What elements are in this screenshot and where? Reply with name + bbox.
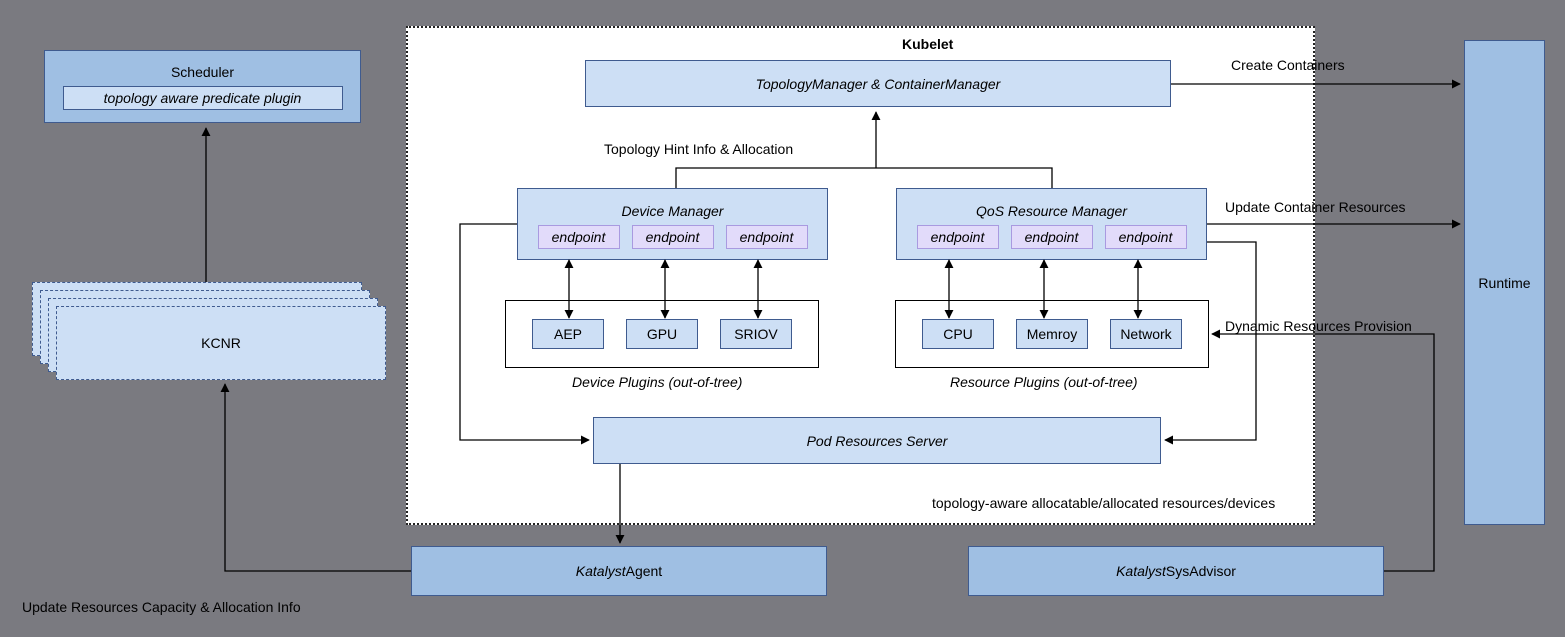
kubelet-title: Kubelet — [902, 36, 953, 52]
sysadvisor-rest: SysAdvisor — [1166, 563, 1236, 579]
qos-endpoint-1: endpoint — [917, 225, 999, 249]
label-dynamic-provision: Dynamic Resources Provision — [1225, 318, 1412, 334]
plugin-network: Network — [1110, 319, 1182, 349]
kcnr-card-top: KCNR — [56, 306, 386, 380]
qos-endpoint-2: endpoint — [1011, 225, 1093, 249]
runtime-box: Runtime — [1464, 40, 1545, 525]
scheduler-title: Scheduler — [171, 64, 234, 80]
hint-label: Topology Hint Info & Allocation — [604, 141, 793, 157]
katalyst-agent-prefix: Katalyst — [576, 563, 626, 579]
device-endpoint-3: endpoint — [726, 225, 808, 249]
resource-plugins-box: CPU Memroy Network — [895, 300, 1209, 368]
scheduler-plugin: topology aware predicate plugin — [63, 86, 343, 110]
qos-endpoint-3: endpoint — [1105, 225, 1187, 249]
device-manager-title: Device Manager — [622, 203, 724, 219]
plugin-sriov: SRIOV — [720, 319, 792, 349]
resource-plugins-label: Resource Plugins (out-of-tree) — [950, 374, 1138, 390]
qos-manager-box: QoS Resource Manager endpoint endpoint e… — [896, 188, 1207, 260]
plugin-cpu: CPU — [922, 319, 994, 349]
katalyst-agent-box: Katalyst Agent — [411, 546, 827, 596]
plugin-gpu: GPU — [626, 319, 698, 349]
label-create-containers: Create Containers — [1231, 57, 1345, 73]
diagram-canvas: Scheduler topology aware predicate plugi… — [0, 0, 1565, 637]
sysadvisor-prefix: Katalyst — [1116, 563, 1166, 579]
device-endpoint-1: endpoint — [538, 225, 620, 249]
plugin-memory: Memroy — [1016, 319, 1088, 349]
scheduler-box: Scheduler topology aware predicate plugi… — [44, 50, 361, 123]
topology-aware-label: topology-aware allocatable/allocated res… — [932, 495, 1275, 511]
qos-manager-title: QoS Resource Manager — [976, 203, 1127, 219]
device-plugins-label: Device Plugins (out-of-tree) — [572, 374, 742, 390]
plugin-aep: AEP — [532, 319, 604, 349]
device-endpoint-2: endpoint — [632, 225, 714, 249]
label-update-resources: Update Container Resources — [1225, 199, 1406, 215]
device-plugins-box: AEP GPU SRIOV — [505, 300, 819, 368]
pod-resources-server: Pod Resources Server — [593, 417, 1161, 464]
katalyst-agent-rest: Agent — [626, 563, 663, 579]
sysadvisor-box: Katalyst SysAdvisor — [968, 546, 1384, 596]
device-manager-box: Device Manager endpoint endpoint endpoin… — [517, 188, 828, 260]
label-update-capacity: Update Resources Capacity & Allocation I… — [22, 599, 301, 615]
topology-manager-box: TopologyManager & ContainerManager — [585, 60, 1171, 107]
